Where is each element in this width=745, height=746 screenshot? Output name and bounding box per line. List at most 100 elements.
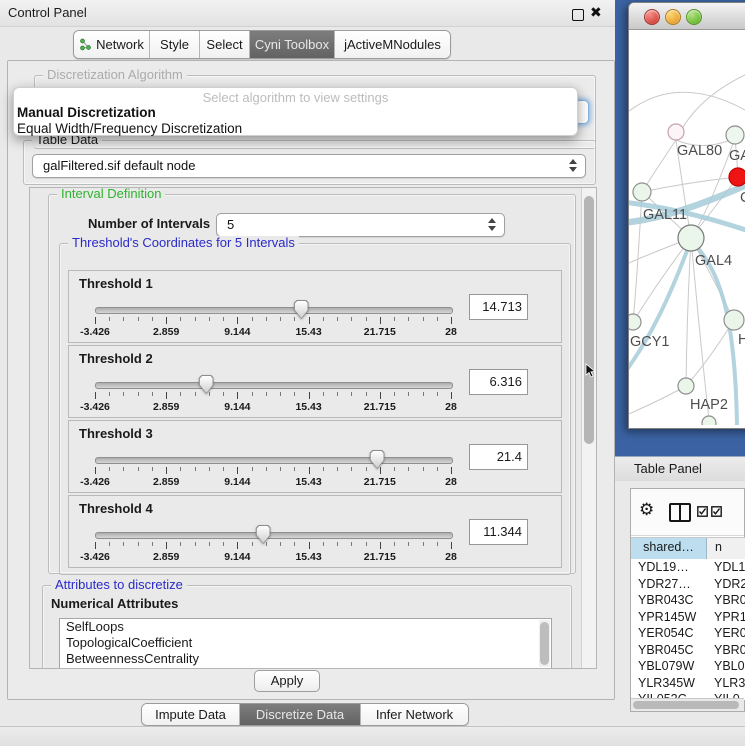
table-row[interactable]: YDL19…YDL1 (631, 559, 745, 576)
gear-icon[interactable]: ⚙ (639, 500, 654, 520)
attribute-item[interactable]: BetweennessCentrality (60, 651, 551, 667)
table-row[interactable]: YBR045CYBR0 (631, 642, 745, 659)
node-label: HAP2 (690, 397, 728, 413)
column-header-name[interactable]: n (707, 538, 745, 559)
close-icon[interactable]: ✖ (590, 4, 602, 21)
tab-jactivemnodules[interactable]: jActiveMNodules (335, 31, 450, 58)
cyni-toolbox-panel: Discretization Algorithm Select algorith… (7, 60, 615, 700)
interval-definition-group: Interval Definition Number of Intervals … (48, 194, 576, 574)
list-scrollbar[interactable] (539, 620, 550, 667)
tab-label: Discretize Data (256, 707, 344, 722)
threshold-panel: Threshold 2-3.4262.8599.14415.4321.71528… (68, 345, 562, 418)
tab-network[interactable]: Network (74, 31, 150, 58)
apply-button[interactable]: Apply (254, 670, 320, 692)
tick-label: 28 (445, 551, 457, 563)
tick-label: 2.859 (153, 401, 179, 413)
checkbox-icon[interactable] (697, 506, 708, 517)
threshold-value-field[interactable]: 11.344 (469, 519, 528, 545)
float-window-icon[interactable] (572, 9, 584, 21)
table-row[interactable]: YLR345WYLR3 (631, 675, 745, 692)
threshold-value-field[interactable]: 21.4 (469, 444, 528, 470)
table-data-combobox[interactable]: galFiltered.sif default node (32, 154, 586, 178)
desktop-area: GAL80GACGAL11GAL4GCY1HHAP2 Table Panel ⚙… (615, 0, 745, 745)
network-node[interactable] (678, 225, 704, 251)
tab-label: Cyni Toolbox (255, 37, 329, 52)
thresholds-group: Threshold's Coordinates for 5 Intervals … (59, 243, 571, 575)
tick-label: 15.43 (295, 476, 321, 488)
tick-label: 9.144 (224, 326, 250, 338)
tick-label: -3.426 (80, 326, 110, 338)
tick-label: -3.426 (80, 551, 110, 563)
threshold-value-field[interactable]: 6.316 (469, 369, 528, 395)
table-header-row[interactable]: shared… n (631, 537, 745, 560)
popup-option[interactable]: Manual Discretization (14, 105, 577, 121)
threshold-label: Threshold 4 (79, 501, 153, 516)
network-node[interactable] (729, 168, 745, 186)
threshold-label: Threshold 2 (79, 351, 153, 366)
attribute-item[interactable]: SelfLoops (60, 619, 551, 635)
network-node[interactable] (726, 126, 744, 144)
threshold-panel: Threshold 3-3.4262.8599.14415.4321.71528… (68, 420, 562, 493)
column-header-shared[interactable]: shared… (631, 538, 707, 559)
tab-infer-network[interactable]: Infer Network (361, 704, 468, 725)
slider-track[interactable] (95, 382, 453, 389)
network-node[interactable] (724, 310, 744, 330)
number-of-intervals-value: 5 (227, 217, 234, 232)
close-traffic-light-icon[interactable] (644, 9, 660, 25)
tab-cyni-toolbox[interactable]: Cyni Toolbox (250, 31, 335, 58)
tick-label: 15.43 (295, 326, 321, 338)
mouse-cursor (585, 363, 597, 379)
tick-label: 2.859 (153, 551, 179, 563)
tick-label: 21.715 (364, 551, 396, 563)
slider-ticks (95, 392, 451, 401)
numerical-attributes-list[interactable]: SelfLoopsTopologicalCoefficientBetweenne… (59, 618, 552, 669)
tab-label: Impute Data (155, 707, 226, 722)
minimize-traffic-light-icon[interactable] (665, 9, 681, 25)
tab-discretize-data[interactable]: Discretize Data (240, 704, 361, 725)
network-node[interactable] (668, 124, 684, 140)
network-window-titlebar[interactable] (629, 3, 745, 30)
attribute-item[interactable]: TopologicalCoefficient (60, 635, 551, 651)
table-row[interactable]: YDR27…YDR2 (631, 576, 745, 593)
tick-label: 21.715 (364, 401, 396, 413)
top-tab-bar: NetworkStyle Select Cyni Toolbox jActiveMNo… (73, 30, 451, 59)
checkbox-icon[interactable] (711, 506, 722, 517)
table-row[interactable]: YER054CYER0 (631, 625, 745, 642)
network-edge (629, 386, 686, 416)
number-of-intervals-combobox[interactable]: 5 (216, 213, 505, 237)
tick-label: 15.43 (295, 551, 321, 563)
network-edge (686, 320, 734, 386)
network-node[interactable] (678, 378, 694, 394)
tab-impute-data[interactable]: Impute Data (142, 704, 240, 725)
slider-track[interactable] (95, 457, 453, 464)
tab-label: Select (206, 37, 242, 52)
table-row[interactable]: YBR043CYBR0 (631, 592, 745, 609)
columns-icon[interactable] (669, 503, 691, 522)
popup-option[interactable]: Equal Width/Frequency Discretization (14, 121, 577, 137)
table-panel-body: ⚙ shared… n YDL19…YDL1YDR27…YDR2YBR043CY… (615, 481, 745, 726)
table-hscrollbar[interactable] (631, 698, 744, 711)
panel-scrollbar[interactable] (581, 188, 597, 668)
tab-select[interactable]: Select (200, 31, 250, 58)
network-node[interactable] (633, 183, 651, 201)
tick-label: 2.859 (153, 476, 179, 488)
zoom-traffic-light-icon[interactable] (686, 9, 702, 25)
network-edge (642, 177, 738, 192)
network-canvas[interactable]: GAL80GACGAL11GAL4GCY1HHAP2 (629, 30, 745, 425)
table-row[interactable]: YBL079WYBL0 (631, 658, 745, 675)
table-row[interactable]: YPR145WYPR1 (631, 609, 745, 626)
threshold-value-field[interactable]: 14.713 (469, 294, 528, 320)
network-node[interactable] (702, 416, 716, 425)
network-node[interactable] (629, 314, 641, 330)
tab-style[interactable]: Style (150, 31, 200, 58)
panel-scrollbar-thumb[interactable] (584, 196, 594, 444)
panel-title: Control Panel (8, 5, 87, 20)
combo-stepper-icon (569, 159, 577, 172)
control-panel: Control Panel ✖ NetworkStyle Select Cyni T… (0, 0, 615, 745)
node-label: H (738, 332, 745, 348)
tick-label: 21.715 (364, 326, 396, 338)
slider-track[interactable] (95, 532, 453, 539)
tick-label: 9.144 (224, 551, 250, 563)
slider-track[interactable] (95, 307, 453, 314)
algorithm-dropdown-popup: Select algorithm to view settings Manual… (13, 87, 578, 136)
